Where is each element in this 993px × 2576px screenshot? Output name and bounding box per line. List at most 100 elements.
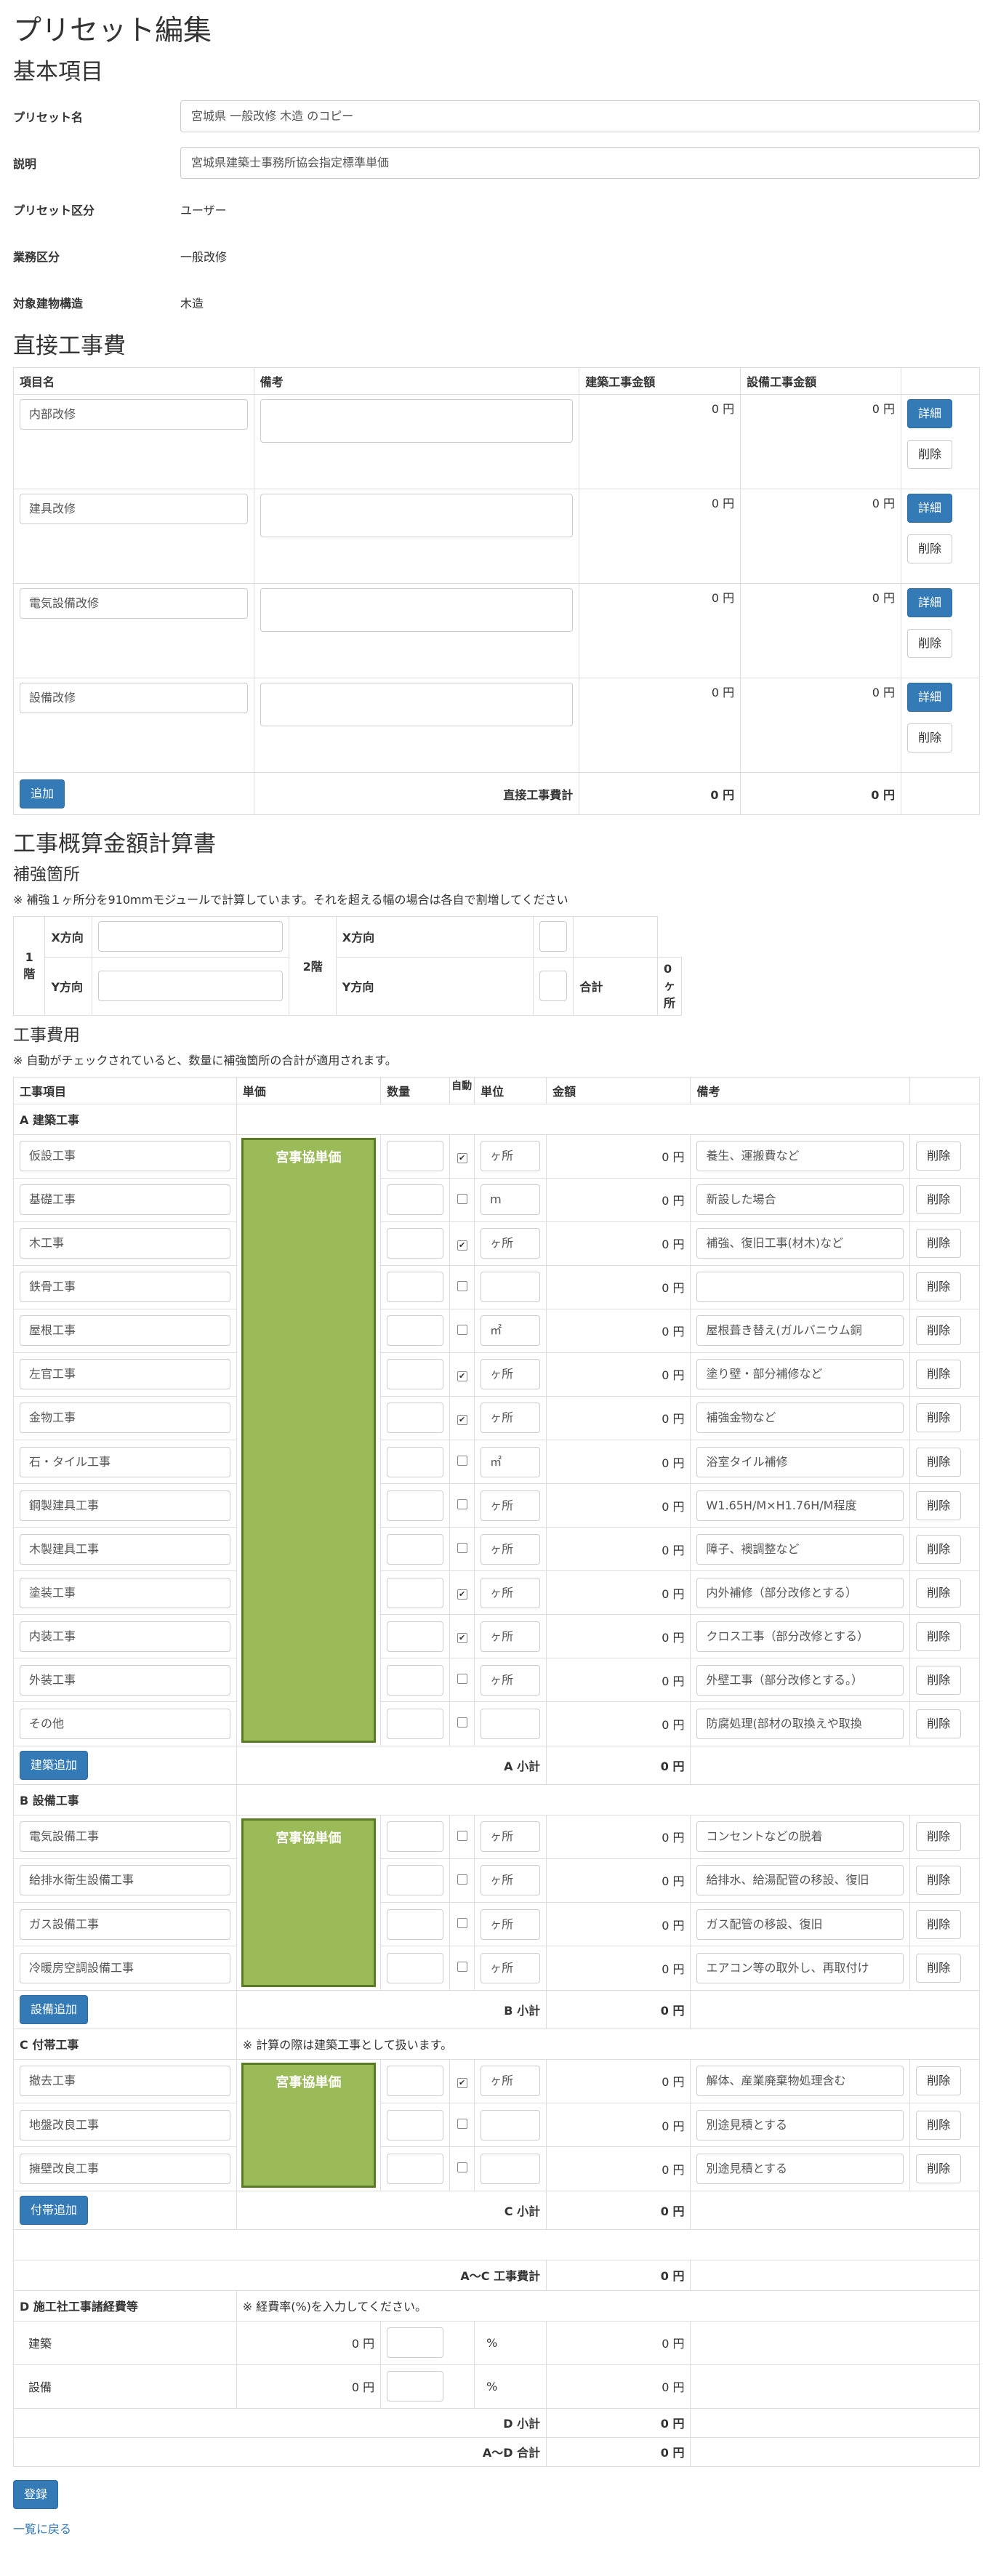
auto-checkbox[interactable] [457, 1717, 467, 1728]
auto-checkbox[interactable] [457, 1674, 467, 1685]
direct-detail-button[interactable]: 詳細 [907, 588, 953, 618]
auto-checkbox[interactable] [457, 1324, 467, 1335]
floor2-x-input[interactable] [539, 921, 568, 952]
auto-checkbox[interactable]: ✔ [457, 1589, 467, 1600]
description-input[interactable]: 宮城県建築士事務所協会指定標準単価 [180, 146, 980, 179]
direct-delete-button[interactable]: 削除 [907, 723, 953, 753]
unit-input[interactable]: ヶ所 [481, 1664, 541, 1696]
auto-checkbox[interactable] [457, 1280, 467, 1291]
cost-delete-button[interactable]: 削除 [916, 2110, 962, 2140]
unit-input[interactable]: ヶ所 [481, 1533, 541, 1565]
quantity-input[interactable] [387, 1577, 444, 1608]
auto-checkbox[interactable] [457, 1193, 467, 1204]
cost-delete-button[interactable]: 削除 [916, 1665, 962, 1695]
unit-input[interactable]: ヶ所 [481, 1577, 541, 1608]
auto-checkbox[interactable] [457, 2162, 467, 2173]
cost-item-input[interactable]: 地盤改良工事 [20, 2109, 230, 2140]
unit-input[interactable]: ヶ所 [481, 1228, 541, 1259]
cost-remark-input[interactable]: エアコン等の取外し、再取付け [696, 1952, 904, 1983]
cost-remark-input[interactable]: クロス工事（部分改修とする） [696, 1621, 904, 1652]
unit-input[interactable]: m [481, 1184, 541, 1216]
quantity-input[interactable] [387, 1446, 444, 1477]
unit-input[interactable] [481, 1272, 541, 1303]
quantity-input[interactable] [387, 2066, 444, 2097]
cost-remark-input[interactable]: ガス配管の移設、復旧 [696, 1909, 904, 1940]
cost-item-input[interactable]: 屋根工事 [20, 1315, 230, 1347]
direct-add-button[interactable]: 追加 [20, 779, 65, 808]
direct-name-input[interactable]: 電気設備改修 [20, 588, 248, 619]
cost-delete-button[interactable]: 削除 [916, 1447, 962, 1477]
quantity-input[interactable] [387, 1708, 444, 1739]
section-add-button[interactable]: 付帯追加 [20, 2195, 89, 2225]
cost-item-input[interactable]: 木製建具工事 [20, 1533, 230, 1565]
cost-remark-input[interactable]: 解体、産業廃棄物処理含む [696, 2066, 904, 2097]
cost-remark-input[interactable]: 屋根葺き替え(ガルバニウム銅 [696, 1315, 904, 1347]
quantity-input[interactable] [387, 1821, 444, 1853]
unit-input[interactable] [481, 2109, 541, 2140]
auto-checkbox[interactable]: ✔ [457, 1414, 467, 1425]
cost-remark-input[interactable]: 防腐処理(部材の取換えや取換 [696, 1708, 904, 1739]
cost-item-input[interactable]: 鋼製建具工事 [20, 1490, 230, 1521]
cost-delete-button[interactable]: 削除 [916, 1953, 962, 1983]
cost-remark-input[interactable]: 給排水、給湯配管の移設、復旧 [696, 1865, 904, 1896]
auto-checkbox[interactable]: ✔ [457, 1633, 467, 1644]
cost-delete-button[interactable]: 削除 [916, 1578, 962, 1608]
auto-checkbox[interactable] [457, 1543, 467, 1554]
cost-remark-input[interactable]: 補強、復旧工事(材木)など [696, 1228, 904, 1259]
auto-checkbox[interactable] [457, 1874, 467, 1885]
quantity-input[interactable] [387, 1865, 444, 1896]
quantity-input[interactable] [387, 1909, 444, 1940]
cost-delete-button[interactable]: 削除 [916, 1316, 962, 1346]
direct-delete-button[interactable]: 削除 [907, 440, 953, 470]
cost-delete-button[interactable]: 削除 [916, 1621, 962, 1651]
unit-input[interactable]: ヶ所 [481, 1359, 541, 1390]
cost-remark-input[interactable]: 補強金物など [696, 1403, 904, 1434]
auto-checkbox[interactable]: ✔ [457, 2077, 467, 2088]
cost-delete-button[interactable]: 削除 [916, 1709, 962, 1738]
cost-item-input[interactable]: 石・タイル工事 [20, 1446, 230, 1477]
quantity-input[interactable] [387, 2153, 444, 2184]
unit-input[interactable]: ヶ所 [481, 1909, 541, 1940]
cost-delete-button[interactable]: 削除 [916, 2066, 962, 2096]
cost-remark-input[interactable]: 障子、襖調整など [696, 1533, 904, 1565]
cost-item-input[interactable]: 給排水衛生設備工事 [20, 1865, 230, 1896]
cost-delete-button[interactable]: 削除 [916, 1272, 962, 1302]
cost-item-input[interactable]: 仮設工事 [20, 1141, 230, 1172]
quantity-input[interactable] [387, 2109, 444, 2140]
expense-rate-input[interactable] [387, 2327, 444, 2359]
quantity-input[interactable] [387, 1141, 444, 1172]
cost-item-input[interactable]: 木工事 [20, 1228, 230, 1259]
cost-remark-input[interactable]: 内外補修（部分改修とする） [696, 1577, 904, 1608]
cost-remark-input[interactable] [696, 1272, 904, 1303]
direct-name-input[interactable]: 建具改修 [20, 494, 248, 525]
unit-input[interactable]: ヶ所 [481, 1865, 541, 1896]
back-to-list-link[interactable]: 一覧に戻る [13, 2522, 71, 2536]
quantity-input[interactable] [387, 1359, 444, 1390]
auto-checkbox[interactable]: ✔ [457, 1240, 467, 1251]
cost-delete-button[interactable]: 削除 [916, 1403, 962, 1433]
cost-delete-button[interactable]: 削除 [916, 1360, 962, 1389]
cost-item-input[interactable]: 冷暖房空調設備工事 [20, 1952, 230, 1983]
cost-item-input[interactable]: 外装工事 [20, 1664, 230, 1696]
section-add-button[interactable]: 設備追加 [20, 1994, 89, 2024]
cost-delete-button[interactable]: 削除 [916, 1909, 962, 1939]
auto-checkbox[interactable] [457, 1499, 467, 1510]
cost-delete-button[interactable]: 削除 [916, 1822, 962, 1852]
direct-detail-button[interactable]: 詳細 [907, 683, 953, 713]
unit-input[interactable]: ヶ所 [481, 1621, 541, 1652]
cost-delete-button[interactable]: 削除 [916, 1185, 962, 1215]
cost-delete-button[interactable]: 削除 [916, 1534, 962, 1564]
cost-item-input[interactable]: 金物工事 [20, 1403, 230, 1434]
auto-checkbox[interactable] [457, 1456, 467, 1466]
cost-delete-button[interactable]: 削除 [916, 1229, 962, 1259]
cost-item-input[interactable]: 電気設備工事 [20, 1821, 230, 1853]
cost-item-input[interactable]: 左官工事 [20, 1359, 230, 1390]
cost-remark-input[interactable]: 養生、運搬費など [696, 1141, 904, 1172]
floor2-y-input[interactable] [539, 971, 568, 1002]
quantity-input[interactable] [387, 1315, 444, 1347]
cost-item-input[interactable]: 撤去工事 [20, 2066, 230, 2097]
direct-remarks-textarea[interactable] [260, 399, 574, 444]
cost-remark-input[interactable]: 別途見積とする [696, 2109, 904, 2140]
auto-checkbox[interactable]: ✔ [457, 1152, 467, 1163]
floor1-x-input[interactable] [97, 921, 284, 952]
